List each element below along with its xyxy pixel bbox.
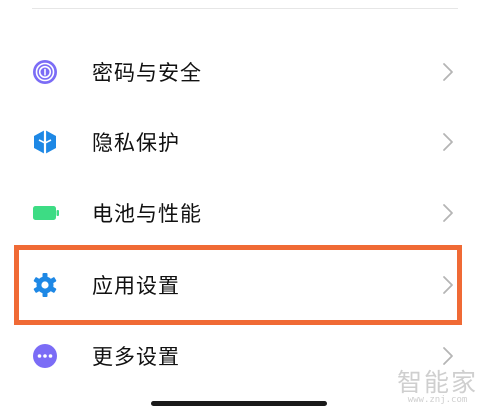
watermark-url: www.znj.com bbox=[407, 395, 468, 405]
settings-item-password-security[interactable]: 密码与安全 bbox=[0, 36, 490, 108]
privacy-shield-icon bbox=[34, 130, 56, 154]
watermark-title: 智能家 bbox=[396, 368, 478, 397]
chevron-right-icon bbox=[443, 63, 453, 81]
home-indicator[interactable] bbox=[151, 401, 327, 406]
settings-item-label: 隐私保护 bbox=[92, 131, 180, 155]
fingerprint-icon bbox=[33, 60, 57, 84]
settings-item-label: 更多设置 bbox=[92, 345, 180, 369]
chevron-right-icon bbox=[443, 133, 453, 151]
settings-item-label: 电池与性能 bbox=[92, 202, 202, 226]
chevron-right-icon bbox=[443, 204, 453, 222]
settings-item-battery-performance[interactable]: 电池与性能 bbox=[0, 177, 490, 249]
top-divider bbox=[32, 8, 458, 9]
highlight-box bbox=[14, 245, 462, 325]
watermark: 智能家 www.znj.com bbox=[397, 370, 478, 405]
settings-item-privacy[interactable]: 隐私保护 bbox=[0, 106, 490, 178]
settings-item-label: 密码与安全 bbox=[92, 61, 202, 85]
battery-icon bbox=[33, 206, 59, 220]
chevron-right-icon bbox=[443, 347, 453, 365]
more-dots-icon bbox=[33, 344, 57, 368]
